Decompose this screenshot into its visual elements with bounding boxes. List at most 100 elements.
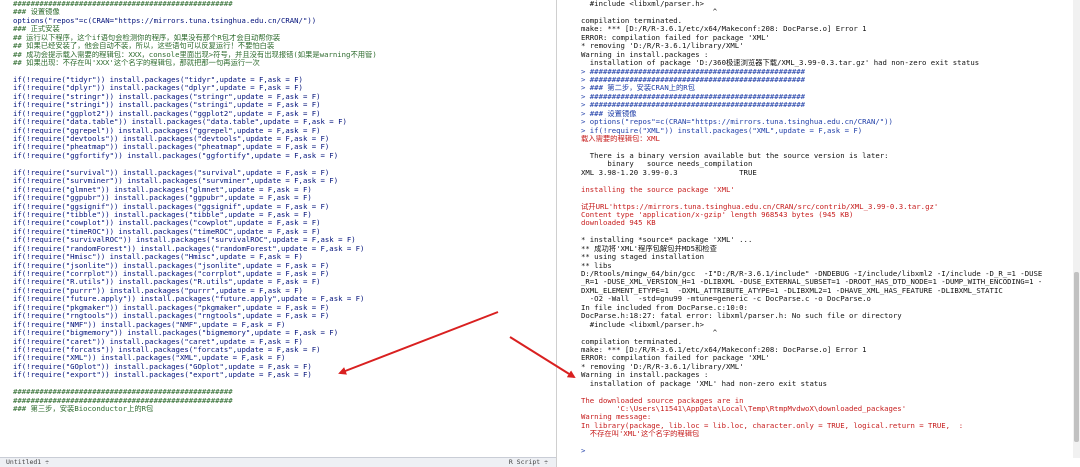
- editor-line[interactable]: if(!require("survival")) install.package…: [0, 169, 556, 177]
- editor-line[interactable]: if(!require("GOplot")) install.packages(…: [0, 363, 556, 371]
- editor-line[interactable]: if(!require("tidyr")) install.packages("…: [0, 76, 556, 84]
- line-number: [0, 17, 12, 25]
- code-text: if(!require("Hmisc")) install.packages("…: [13, 253, 303, 262]
- line-number: [0, 25, 12, 33]
- console-scrollbar[interactable]: [1073, 0, 1080, 458]
- editor-line[interactable]: if(!require("pheatmap")) install.package…: [0, 143, 556, 151]
- code-text: if(!require("jsonlite")) install.package…: [13, 261, 330, 270]
- code-text: if(!require("future.apply")) install.pac…: [13, 295, 365, 304]
- editor-line[interactable]: if(!require("ggpubr")) install.packages(…: [0, 194, 556, 202]
- editor-line[interactable]: if(!require("future.apply")) install.pac…: [0, 295, 556, 303]
- console-output-line: 载入需要的程辑包：XML: [581, 135, 660, 143]
- file-type-indicator[interactable]: R Script ÷: [509, 458, 548, 467]
- console-output-line: ^: [581, 329, 718, 338]
- code-text: if(!require("XML")) install.packages("XM…: [13, 354, 286, 363]
- editor-line[interactable]: if(!require("caret")) install.packages("…: [0, 338, 556, 346]
- line-number: [0, 397, 12, 405]
- editor-line[interactable]: if(!require("jsonlite")) install.package…: [0, 262, 556, 270]
- comment-text: ## 运行以下程序，这个if语句会检测你的程序，如果没有那个R包才会自动帮你装: [13, 33, 281, 42]
- editor-line[interactable]: if(!require("cowplot")) install.packages…: [0, 219, 556, 227]
- editor-line[interactable]: if(!require("survivalROC")) install.pack…: [0, 236, 556, 244]
- code-text: options("repos"=c(CRAN="https://mirrors.…: [13, 16, 317, 25]
- editor-line[interactable]: if(!require("NMF")) install.packages("NM…: [0, 321, 556, 329]
- console-output-line: make: *** [D:/R/R-3.6.1/etc/x64/Makeconf…: [581, 345, 867, 354]
- editor-line[interactable]: if(!require("stringi")) install.packages…: [0, 101, 556, 109]
- comment-text: ## 如果出现：不存在叫'XXX'这个名字的程辑包，那就把那一句再运行一次: [13, 59, 260, 68]
- editor-line[interactable]: if(!require("glmnet")) install.packages(…: [0, 186, 556, 194]
- editor-line[interactable]: if(!require("data.table")) install.packa…: [0, 118, 556, 126]
- code-text: if(!require("survminer")) install.packag…: [13, 177, 339, 186]
- console-output-lines: #include <libxml/parser.h> ^ compilation …: [576, 0, 1080, 456]
- editor-line[interactable]: ########################################…: [0, 0, 556, 8]
- editor-line[interactable]: if(!require("forcats")) install.packages…: [0, 346, 556, 354]
- editor-line[interactable]: ########################################…: [0, 388, 556, 396]
- editor-line[interactable]: if(!require("ggplot2")) install.packages…: [0, 110, 556, 118]
- editor-line[interactable]: ### 第三步，安装Bioconductor上的R包: [0, 405, 556, 413]
- editor-line[interactable]: if(!require("corrplot")) install.package…: [0, 270, 556, 278]
- console-output-line: ** using staged installation: [581, 253, 705, 262]
- r-console[interactable]: #include <libxml/parser.h> ^ compilation …: [576, 0, 1080, 467]
- comment-text: ########################################…: [13, 0, 233, 8]
- line-number: [0, 101, 12, 109]
- editor-line[interactable]: if(!require("Hmisc")) install.packages("…: [0, 253, 556, 261]
- console-output-line: compilation terminated.: [581, 337, 683, 346]
- code-text: if(!require("data.table")) install.packa…: [13, 118, 347, 127]
- editor-line[interactable]: ## 如果已经安装了，他会自动不装，所以，这些语句可以反复运行！不要怕白装: [0, 42, 556, 50]
- line-number: [0, 127, 12, 135]
- editor-line[interactable]: if(!require("timeROC")) install.packages…: [0, 228, 556, 236]
- line-number: [0, 59, 12, 67]
- editor-line[interactable]: ### 设置镜像: [0, 8, 556, 16]
- editor-line[interactable]: options("repos"=c(CRAN="https://mirrors.…: [0, 17, 556, 25]
- editor-line[interactable]: if(!require("bigmemory")) install.packag…: [0, 329, 556, 337]
- console-scroll-thumb[interactable]: [1074, 272, 1079, 442]
- script-editor[interactable]: ########################################…: [0, 0, 557, 467]
- console-input-line: > ### 第二步，安装CRAN上的R包: [581, 84, 695, 93]
- tab-untitled1[interactable]: Untitled1 ÷: [6, 458, 49, 466]
- editor-line[interactable]: if(!require("tibble")) install.packages(…: [0, 211, 556, 219]
- editor-line[interactable]: if(!require("dplyr")) install.packages("…: [0, 84, 556, 92]
- editor-line[interactable]: ## 如果出现：不存在叫'XXX'这个名字的程辑包，那就把那一句再运行一次: [0, 59, 556, 67]
- editor-line[interactable]: if(!require("R.utils")) install.packages…: [0, 278, 556, 286]
- code-text: if(!require("NMF")) install.packages("NM…: [13, 320, 286, 329]
- console-output-line: ** libs: [581, 261, 612, 270]
- editor-line[interactable]: [0, 380, 556, 388]
- console-output-line: In library(package, lib.loc = lib.loc, c…: [581, 421, 964, 430]
- line-number: [0, 211, 12, 219]
- editor-line[interactable]: if(!require("rngtools")) install.package…: [0, 312, 556, 320]
- console-output-line: installation of package 'XML' had non-ze…: [581, 379, 828, 388]
- code-text: if(!require("timeROC")) install.packages…: [13, 227, 321, 236]
- editor-line[interactable]: if(!require("pkgmaker")) install.package…: [0, 304, 556, 312]
- editor-line[interactable]: [0, 68, 556, 76]
- editor-line[interactable]: if(!require("purrr")) install.packages("…: [0, 287, 556, 295]
- editor-line[interactable]: [0, 413, 556, 421]
- code-text: if(!require("randomForest")) install.pac…: [13, 244, 365, 253]
- editor-line[interactable]: ## 成功会提示载入需要的程辑包：XXX，console里面出现>符号，并且没有…: [0, 51, 556, 59]
- editor-line[interactable]: [0, 160, 556, 168]
- editor-line[interactable]: ########################################…: [0, 397, 556, 405]
- code-text: if(!require("dplyr")) install.packages("…: [13, 84, 303, 93]
- editor-line[interactable]: if(!require("ggsignif")) install.package…: [0, 203, 556, 211]
- line-number: [0, 363, 12, 371]
- console-output-line: ** 成功将'XML'程序包解包并MD5和检查: [581, 244, 717, 253]
- line-number: [0, 262, 12, 270]
- editor-line[interactable]: if(!require("export")) install.packages(…: [0, 371, 556, 379]
- editor-line[interactable]: if(!require("survminer")) install.packag…: [0, 177, 556, 185]
- code-text: if(!require("survivalROC")) install.pack…: [13, 236, 356, 245]
- editor-line[interactable]: if(!require("randomForest")) install.pac…: [0, 245, 556, 253]
- editor-line[interactable]: ### 正式安装: [0, 25, 556, 33]
- editor-line[interactable]: if(!require("ggrepel")) install.packages…: [0, 127, 556, 135]
- console-output-line: installing the source package 'XML': [581, 185, 735, 194]
- line-number: [0, 76, 12, 84]
- editor-line[interactable]: if(!require("XML")) install.packages("XM…: [0, 354, 556, 362]
- editor-line[interactable]: if(!require("ggfortify")) install.packag…: [0, 152, 556, 160]
- editor-line[interactable]: if(!require("devtools")) install.package…: [0, 135, 556, 143]
- console-input-line: > ######################################…: [581, 67, 806, 76]
- comment-text: ### 设置镜像: [13, 8, 60, 17]
- line-number: [0, 354, 12, 362]
- line-number: [0, 84, 12, 92]
- editor-line[interactable]: if(!require("stringr")) install.packages…: [0, 93, 556, 101]
- editor-line[interactable]: ## 运行以下程序，这个if语句会检测你的程序，如果没有那个R包才会自动帮你装: [0, 34, 556, 42]
